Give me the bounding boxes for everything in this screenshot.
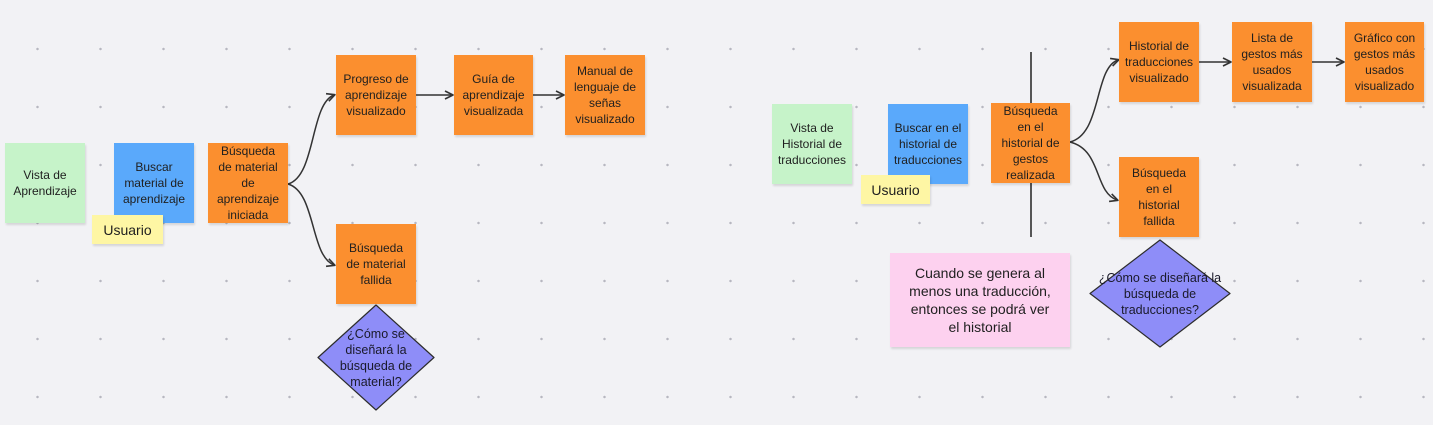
note-text: Usuario: [871, 181, 920, 198]
connector-realizada-to-fallida: [1069, 141, 1119, 203]
note-text: Buscar en el historial de traducciones: [893, 121, 963, 167]
note-usuario-right[interactable]: Usuario: [861, 175, 930, 204]
note-text: Progreso de aprendizaje visualizado: [343, 72, 409, 118]
note-buscar-material[interactable]: Buscar material de aprendizaje: [114, 143, 194, 223]
note-historial-visualizado[interactable]: Historial de traducciones visualizado: [1119, 22, 1199, 102]
note-lista-gestos[interactable]: Lista de gestos más usados visualizada: [1232, 22, 1312, 102]
note-busqueda-iniciada[interactable]: Búsqueda de material de aprendizaje inic…: [208, 143, 288, 223]
diamond-text: ¿Cómo se diseñará la búsqueda de traducc…: [1098, 270, 1222, 317]
note-text: Búsqueda de material de aprendizaje inic…: [216, 144, 280, 222]
note-text: Vista de Historial de traducciones: [777, 121, 847, 167]
connector-iniciada-to-progreso: [287, 92, 336, 185]
note-text: Gráfico con gestos más usados visualizad…: [1353, 31, 1416, 93]
note-vista-historial[interactable]: Vista de Historial de traducciones: [772, 104, 852, 184]
note-text: Lista de gestos más usados visualizada: [1241, 31, 1303, 93]
note-buscar-historial[interactable]: Buscar en el historial de traducciones: [888, 104, 968, 184]
note-manual-senas[interactable]: Manual de lenguaje de señas visualizado: [565, 55, 645, 135]
note-text: Historial de traducciones visualizado: [1124, 39, 1194, 85]
connector-realizada-to-historial: [1069, 57, 1120, 143]
diamond-text: ¿Cómo se diseñará la búsqueda de materia…: [339, 326, 413, 389]
note-text: Vista de Aprendizaje: [13, 168, 77, 198]
connector-iniciada-to-fallida: [287, 183, 336, 268]
note-text: Guía de aprendizaje visualizada: [462, 72, 525, 118]
note-text: Búsqueda de material fallida: [346, 241, 406, 287]
decision-diamond-traducciones[interactable]: ¿Cómo se diseñará la búsqueda de traducc…: [1089, 239, 1231, 348]
note-condicion-historial[interactable]: Cuando se genera al menos una traducción…: [890, 253, 1070, 347]
note-guia-aprendizaje[interactable]: Guía de aprendizaje visualizada: [454, 55, 533, 135]
note-busqueda-realizada[interactable]: Búsqueda en el historial de gestos reali…: [991, 103, 1070, 183]
note-text: Buscar material de aprendizaje: [122, 160, 186, 206]
note-text: Cuando se genera al menos una traducción…: [909, 265, 1051, 335]
note-text: Búsqueda en el historial de gestos reali…: [1001, 104, 1060, 182]
note-text: Manual de lenguaje de señas visualizado: [573, 64, 637, 126]
decision-diamond-material[interactable]: ¿Cómo se diseñará la búsqueda de materia…: [317, 304, 435, 411]
note-text: Usuario: [103, 221, 152, 238]
note-vista-aprendizaje[interactable]: Vista de Aprendizaje: [5, 143, 85, 223]
note-text: Búsqueda en el historial fallida: [1131, 166, 1187, 228]
note-busqueda-fallida-right[interactable]: Búsqueda en el historial fallida: [1119, 157, 1199, 237]
note-progreso-aprendizaje[interactable]: Progreso de aprendizaje visualizado: [336, 55, 416, 135]
note-busqueda-fallida-left[interactable]: Búsqueda de material fallida: [336, 224, 416, 304]
note-grafico-gestos[interactable]: Gráfico con gestos más usados visualizad…: [1345, 22, 1424, 102]
note-usuario-left[interactable]: Usuario: [92, 215, 163, 244]
whiteboard-canvas[interactable]: Vista de Aprendizaje Buscar material de …: [0, 0, 1433, 425]
